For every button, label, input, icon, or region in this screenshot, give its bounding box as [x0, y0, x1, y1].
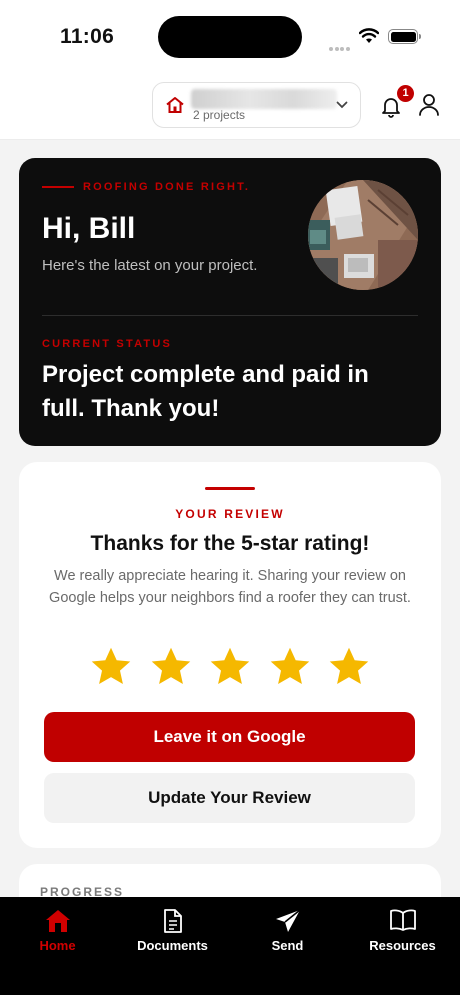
tab-home[interactable]: Home: [0, 897, 115, 967]
accent-rule: [42, 186, 74, 188]
document-icon: [163, 909, 182, 933]
dynamic-island: [158, 16, 302, 58]
greeting-title: Hi, Bill: [42, 212, 136, 245]
star-rating: [89, 645, 371, 691]
star-icon[interactable]: [149, 645, 193, 689]
star-icon[interactable]: [268, 645, 312, 689]
review-title: Thanks for the 5-star rating!: [90, 532, 370, 555]
status-bar: 11:06: [0, 0, 460, 70]
project-picker[interactable]: 2 projects: [152, 82, 361, 128]
tab-label: Send: [271, 938, 304, 953]
status-time: 11:06: [60, 25, 115, 48]
star-icon[interactable]: [327, 645, 371, 689]
star-icon[interactable]: [208, 645, 252, 689]
book-icon: [389, 909, 416, 931]
divider: [42, 315, 418, 316]
project-name-redacted: [191, 89, 337, 109]
status-label: CURRENT STATUS: [42, 338, 172, 350]
app-header: 2 projects 1: [0, 70, 460, 140]
tab-label: Home: [39, 938, 76, 953]
status-text: Project complete and paid in full. Thank…: [42, 361, 369, 422]
tab-send[interactable]: Send: [230, 897, 345, 967]
accent-rule: [205, 487, 255, 490]
hero-tagline: ROOFING DONE RIGHT.: [83, 181, 251, 193]
home-icon: [45, 910, 70, 932]
roof-photo: [308, 180, 418, 290]
greeting-subtitle: Here's the latest on your project.: [42, 257, 258, 274]
tab-bar: Home Documents Send Resources: [0, 897, 460, 995]
tab-resources[interactable]: Resources: [345, 897, 460, 967]
profile-icon[interactable]: [418, 93, 440, 117]
wifi-icon: [359, 28, 379, 43]
welcome-card: ROOFING DONE RIGHT. Hi, Bill Here's the …: [19, 158, 441, 446]
review-card: YOUR REVIEW Thanks for the 5-star rating…: [19, 462, 441, 848]
battery-icon: [388, 29, 421, 44]
review-kicker: YOUR REVIEW: [175, 507, 285, 521]
tab-label: Resources: [369, 938, 436, 953]
send-icon: [275, 909, 300, 932]
tab-label: Documents: [137, 938, 208, 953]
chevron-down-icon: [336, 101, 348, 109]
review-body: We really appreciate hearing it. Sharing…: [49, 568, 411, 606]
star-icon[interactable]: [89, 645, 133, 689]
project-count: 2 projects: [193, 108, 246, 122]
home-icon: [166, 97, 184, 113]
update-review-button[interactable]: Update Your Review: [44, 773, 415, 823]
leave-on-google-button[interactable]: Leave it on Google: [44, 712, 415, 762]
notification-badge: 1: [397, 85, 414, 102]
tab-documents[interactable]: Documents: [115, 897, 230, 967]
cellular-signal-icon: [329, 38, 351, 56]
